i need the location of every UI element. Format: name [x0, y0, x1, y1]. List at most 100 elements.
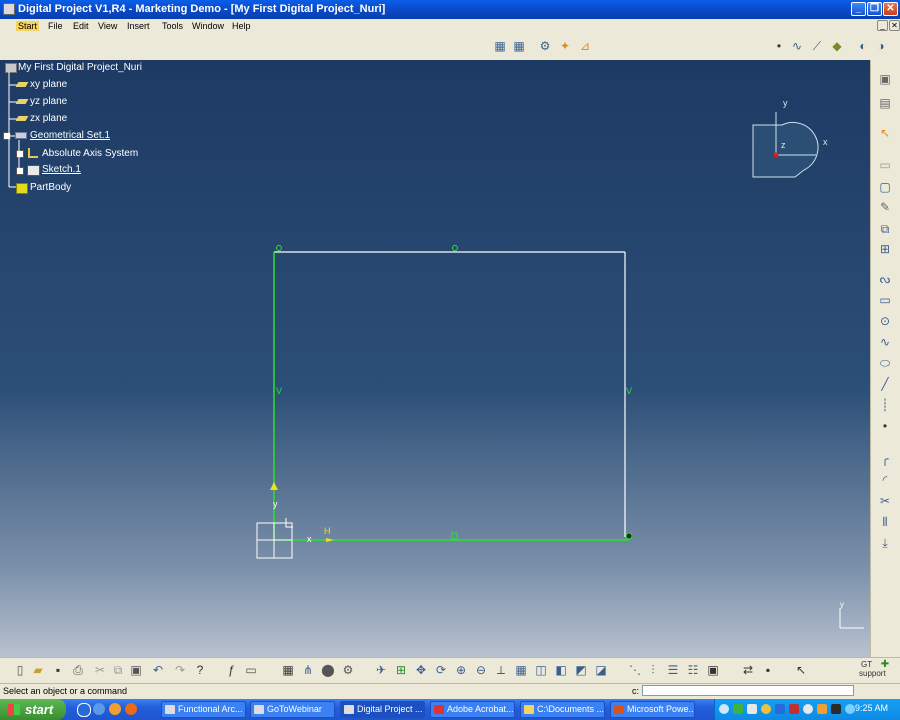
chamfer-icon[interactable]: ◜	[878, 473, 892, 487]
point-tool-icon[interactable]: •	[878, 419, 892, 433]
constraint-h-label: H	[324, 526, 331, 536]
constraint-icon[interactable]: ⊞	[878, 242, 892, 256]
media-icon[interactable]	[109, 703, 121, 715]
tray-icon[interactable]	[845, 704, 855, 714]
pointer-icon[interactable]: ↖	[794, 663, 808, 677]
edit-icon[interactable]: ▭	[878, 158, 892, 172]
compass-z-label: z	[781, 140, 786, 150]
corner-icon[interactable]: ╭	[878, 452, 892, 466]
profile-icon[interactable]: ▢	[878, 180, 892, 194]
cut-icon[interactable]: ✂	[93, 663, 107, 677]
task-adobe-acrobat[interactable]: Adobe Acrobat...	[430, 701, 515, 718]
display-icon[interactable]: ▪	[761, 663, 775, 677]
sketch-profile	[270, 245, 633, 542]
mirror-icon[interactable]: ⫴	[878, 515, 892, 529]
tree-connectors	[8, 72, 20, 188]
open-icon[interactable]: ▰	[31, 663, 45, 677]
circle-icon[interactable]: ⊙	[878, 314, 892, 328]
status-bar: Select an object or a command c:	[0, 683, 900, 699]
zoom-in-icon[interactable]: ⊕	[454, 663, 468, 677]
list-icon[interactable]: ☰	[666, 663, 680, 677]
operation-icon[interactable]: ⧉	[878, 222, 892, 236]
workbench-icon[interactable]: ▣	[878, 72, 892, 86]
pan-icon[interactable]: ✥	[414, 663, 428, 677]
table-icon[interactable]: ▦	[281, 663, 295, 677]
fly-icon[interactable]: ✈	[374, 663, 388, 677]
clock: 9:25 AM	[854, 703, 888, 713]
bottom-toolbar: ▯ ▰ ▪ ⎙ ✂ ⧉ ▣ ↶ ↷ ? ƒ ▭ ▦ ⋔ ⬤ ⚙ ✈ ⊞ ✥ ⟳ …	[0, 657, 900, 683]
task-powerpoint[interactable]: Microsoft Powe...	[610, 701, 695, 718]
sketch-axis-y-label: y	[273, 499, 278, 509]
task-documents[interactable]: C:\Documents ...	[520, 701, 605, 718]
settings-icon[interactable]: ⚙	[341, 663, 355, 677]
render-style-icon[interactable]: ◧	[554, 663, 568, 677]
paste-icon[interactable]: ▣	[129, 663, 143, 677]
pencil-icon[interactable]: ✎	[878, 200, 892, 214]
multi-view-icon[interactable]: ▦	[514, 663, 528, 677]
doc-close-button[interactable]: ✕	[889, 20, 900, 31]
analysis-icon[interactable]: ⋱	[628, 663, 642, 677]
help-icon[interactable]: ?	[193, 663, 207, 677]
formula-icon[interactable]: ƒ	[224, 663, 238, 677]
swap-visible-icon[interactable]: ◪	[594, 663, 608, 677]
normal-view-icon[interactable]: ⟂	[494, 663, 508, 677]
catalog-icon[interactable]: ▣	[706, 663, 720, 677]
compass-x-label: x	[823, 137, 828, 147]
profile-tool-icon[interactable]: ᔓ	[878, 272, 892, 286]
zoom-out-icon[interactable]: ⊖	[474, 663, 488, 677]
properties-icon[interactable]: ☷	[686, 663, 700, 677]
fit-all-icon[interactable]: ⊞	[394, 663, 408, 677]
tray-icon[interactable]	[747, 704, 757, 714]
shading-icon[interactable]: ◑	[874, 39, 888, 53]
command-input[interactable]	[642, 685, 854, 696]
lock-icon[interactable]: ⬤	[321, 663, 335, 677]
tray-icon[interactable]	[733, 704, 743, 714]
tree-view-icon[interactable]: ⋔	[301, 663, 315, 677]
tray-icon[interactable]	[789, 704, 799, 714]
tray-icon[interactable]	[803, 704, 813, 714]
task-digital-project[interactable]: Digital Project ...	[340, 701, 425, 718]
triad-y-label: y	[840, 600, 844, 609]
tray-icon[interactable]	[775, 704, 785, 714]
start-button[interactable]: start	[0, 699, 66, 720]
task-gotowebinar[interactable]: GoToWebinar	[250, 701, 335, 718]
firefox-icon[interactable]	[125, 703, 137, 715]
doc-minimize-button[interactable]: _	[877, 20, 888, 31]
compass-y-label: y	[783, 98, 788, 108]
tray-icon[interactable]	[831, 704, 841, 714]
line-tool-icon[interactable]: ╱	[878, 377, 892, 391]
new-icon[interactable]: ▯	[13, 663, 27, 677]
tray-icon[interactable]	[761, 704, 771, 714]
status-message: Select an object or a command	[3, 686, 128, 696]
spline-icon[interactable]: ∿	[878, 335, 892, 349]
ie-icon[interactable]	[93, 703, 105, 715]
support-icon[interactable]: ✚	[878, 658, 892, 672]
tray-icon[interactable]	[817, 704, 827, 714]
task-functional-arc[interactable]: Functional Arc...	[161, 701, 246, 718]
exit-workbench-icon[interactable]: ▤	[878, 96, 892, 110]
sketch-canvas	[8, 72, 864, 629]
redo-icon[interactable]: ↷	[173, 663, 187, 677]
undo-icon[interactable]: ↶	[151, 663, 165, 677]
iso-view-icon[interactable]: ◫	[534, 663, 548, 677]
desktop-icon[interactable]	[77, 703, 91, 717]
project-icon[interactable]: ⤓	[878, 536, 892, 550]
swap-icon[interactable]: ⇄	[741, 663, 755, 677]
ellipse-icon[interactable]: ⬭	[878, 356, 892, 370]
sketch-origin	[256, 518, 293, 559]
hide-show-icon[interactable]: ◩	[574, 663, 588, 677]
comment-icon[interactable]: ▭	[244, 663, 258, 677]
save-icon[interactable]: ▪	[51, 663, 65, 677]
rotate-icon[interactable]: ⟳	[434, 663, 448, 677]
print-icon[interactable]: ⎙	[71, 663, 85, 677]
taskbar: start Functional Arc... GoToWebinar Digi…	[0, 699, 900, 720]
copy-icon[interactable]: ⧉	[111, 663, 125, 677]
axis-icon[interactable]: ┊	[878, 398, 892, 412]
close-button[interactable]: ✕	[883, 2, 898, 16]
rectangle-icon[interactable]: ▭	[878, 293, 892, 307]
measure-icon[interactable]: ⫶	[646, 663, 660, 677]
sketch-axis-x-label: x	[307, 534, 312, 544]
select-icon[interactable]: ↖	[878, 126, 892, 140]
trim-icon[interactable]: ✂	[878, 494, 892, 508]
tray-icon[interactable]	[719, 704, 729, 714]
